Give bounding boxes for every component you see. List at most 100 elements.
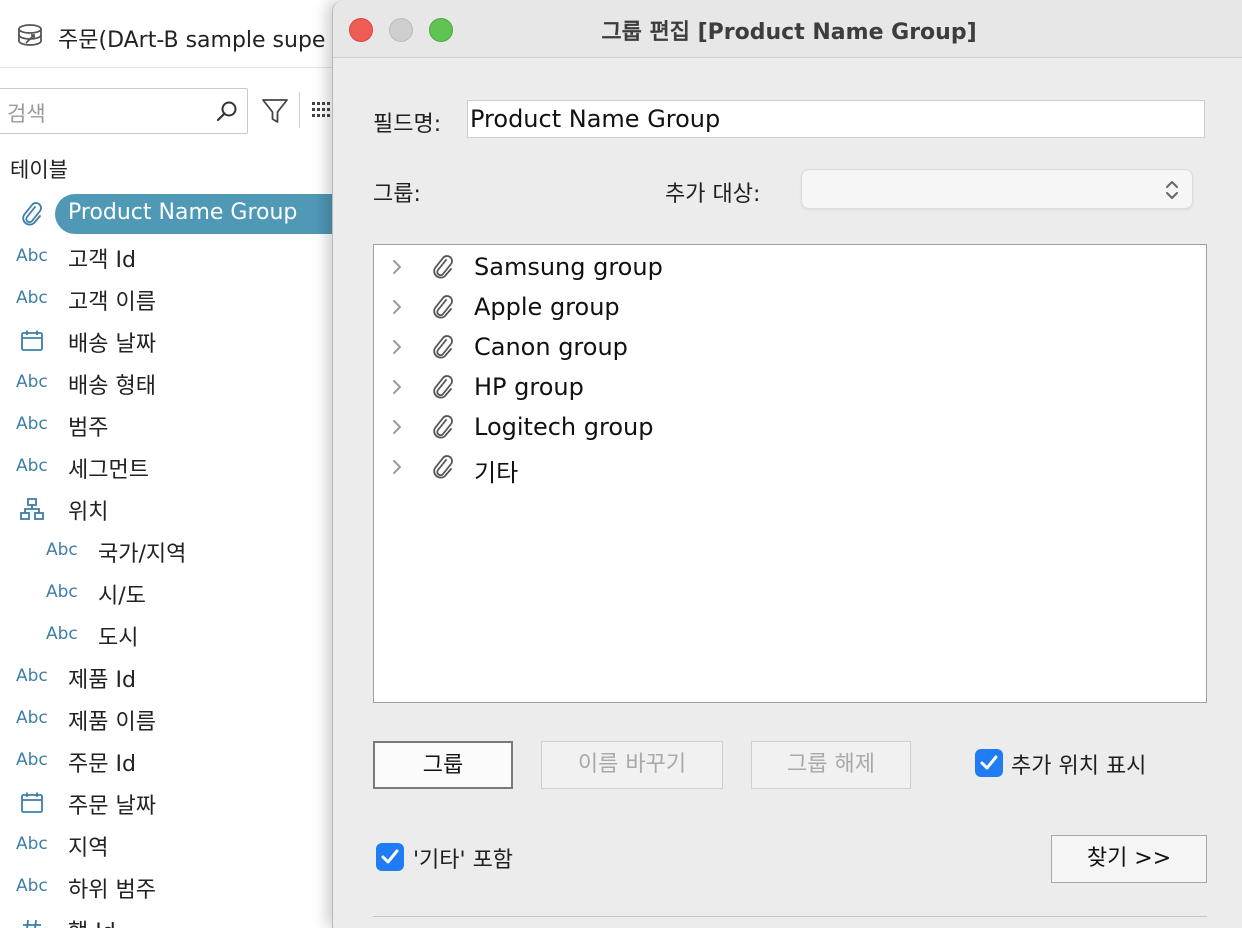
string-type-icon: Abc: [16, 666, 48, 686]
field-label: 위치: [68, 500, 109, 525]
field-item[interactable]: Abc 배송 형태: [0, 362, 340, 404]
field-item[interactable]: Abc 국가/지역: [0, 530, 340, 572]
group-label: 그룹:: [373, 182, 421, 207]
field-label: 도시: [98, 626, 139, 651]
number-type-icon: [19, 916, 45, 928]
string-type-icon: Abc: [16, 372, 48, 392]
field-label: 제품 이름: [68, 710, 156, 735]
string-type-icon: Abc: [46, 540, 78, 560]
find-button[interactable]: 찾기 >>: [1051, 835, 1207, 883]
paperclip-icon: [430, 455, 454, 481]
group-name: Samsung group: [474, 253, 663, 281]
field-item[interactable]: Abc 범주: [0, 404, 340, 446]
field-item[interactable]: Abc 제품 이름: [0, 698, 340, 740]
include-other-checkbox[interactable]: [376, 843, 404, 871]
field-label: 주문 Id: [68, 752, 136, 777]
field-label: 지역: [68, 836, 109, 861]
string-type-icon: Abc: [46, 624, 78, 644]
paperclip-icon: [430, 295, 454, 321]
calendar-icon: [19, 328, 45, 354]
search-icon[interactable]: [215, 99, 239, 123]
add-to-select[interactable]: [801, 169, 1193, 209]
string-type-icon: Abc: [16, 456, 48, 476]
datasource-row[interactable]: 주문(DArt-B sample supe: [0, 0, 340, 68]
field-name-label: 필드명:: [373, 112, 442, 137]
string-type-icon: Abc: [16, 708, 48, 728]
app-window: 주문(DArt-B sample supe 검색 테이블 Product Nam…: [0, 0, 1242, 928]
dialog-title: 그룹 편집 [Product Name Group]: [601, 20, 977, 45]
checkmark-icon: [980, 755, 998, 770]
field-item[interactable]: Abc 지역: [0, 824, 340, 866]
field-item[interactable]: Product Name Group: [0, 194, 355, 236]
field-item[interactable]: Abc 시/도: [0, 572, 340, 614]
group-tree-item[interactable]: Canon group: [374, 327, 1206, 367]
chevron-right-icon[interactable]: [390, 458, 404, 476]
chevron-right-icon[interactable]: [390, 418, 404, 436]
datasource-name: 주문(DArt-B sample supe: [58, 28, 326, 53]
field-label: 고객 이름: [68, 290, 156, 315]
chevron-right-icon[interactable]: [390, 338, 404, 356]
add-to-label: 추가 대상:: [665, 182, 761, 207]
search-placeholder: 검색: [7, 102, 46, 126]
string-type-icon: Abc: [16, 414, 48, 434]
group-clip-icon: [19, 202, 45, 228]
search-field[interactable]: 검색: [0, 88, 248, 134]
field-label: 배송 날짜: [68, 332, 156, 357]
field-item[interactable]: Abc 고객 Id: [0, 236, 340, 278]
checkmark-icon: [381, 849, 399, 864]
data-pane: 주문(DArt-B sample supe 검색 테이블 Product Nam…: [0, 0, 355, 928]
datasource-icon: [18, 24, 42, 46]
field-label: 배송 형태: [68, 374, 156, 399]
string-type-icon: Abc: [16, 876, 48, 896]
field-item[interactable]: 위치: [0, 488, 340, 530]
string-type-icon: Abc: [16, 246, 48, 266]
field-item[interactable]: Abc 도시: [0, 614, 340, 656]
hierarchy-icon: [19, 496, 45, 522]
rename-button[interactable]: 이름 바꾸기: [541, 741, 723, 789]
group-name: Logitech group: [474, 413, 654, 441]
group-name: 기타: [474, 459, 519, 487]
chevron-right-icon[interactable]: [390, 378, 404, 396]
edit-group-dialog: 그룹 편집 [Product Name Group] 필드명: Product …: [332, 0, 1242, 928]
show-added-checkbox[interactable]: [975, 749, 1003, 777]
field-label: 시/도: [98, 584, 146, 609]
field-label: 하위 범주: [68, 878, 156, 903]
string-type-icon: Abc: [16, 834, 48, 854]
show-added-label: 추가 위치 표시: [1011, 754, 1147, 779]
field-item[interactable]: Abc 하위 범주: [0, 866, 340, 908]
group-name: HP group: [474, 373, 584, 401]
field-label: 제품 Id: [68, 668, 136, 693]
group-tree[interactable]: Samsung group Apple group Canon group HP gr…: [373, 244, 1207, 703]
chevron-right-icon[interactable]: [390, 298, 404, 316]
field-name-input[interactable]: Product Name Group: [467, 100, 1205, 138]
group-button[interactable]: 그룹: [373, 741, 513, 789]
group-tree-item[interactable]: Samsung group: [374, 247, 1206, 287]
group-tree-item[interactable]: 기타: [374, 447, 1206, 487]
field-label: 국가/지역: [98, 542, 187, 567]
field-item[interactable]: Abc 고객 이름: [0, 278, 340, 320]
field-item[interactable]: 주문 날짜: [0, 782, 340, 824]
group-name: Apple group: [474, 293, 620, 321]
group-tree-item[interactable]: HP group: [374, 367, 1206, 407]
paperclip-icon: [430, 415, 454, 441]
field-item[interactable]: Abc 제품 Id: [0, 656, 340, 698]
paperclip-icon: [430, 375, 454, 401]
paperclip-icon: [430, 255, 454, 281]
field-item[interactable]: Abc 세그먼트: [0, 446, 340, 488]
string-type-icon: Abc: [16, 750, 48, 770]
chevron-right-icon[interactable]: [390, 258, 404, 276]
field-item[interactable]: Abc 주문 Id: [0, 740, 340, 782]
field-label: 행 Id: [68, 914, 116, 928]
string-type-icon: Abc: [16, 288, 48, 308]
group-tree-item[interactable]: Apple group: [374, 287, 1206, 327]
ungroup-button[interactable]: 그룹 해제: [751, 741, 911, 789]
field-item[interactable]: 배송 날짜: [0, 320, 340, 362]
field-label: Product Name Group: [68, 200, 298, 225]
group-tree-item[interactable]: Logitech group: [374, 407, 1206, 447]
field-label: 고객 Id: [68, 248, 136, 273]
calendar-icon: [19, 790, 45, 816]
dialog-titlebar[interactable]: 그룹 편집 [Product Name Group]: [333, 0, 1242, 58]
filter-icon[interactable]: [260, 96, 290, 126]
field-item[interactable]: 행 Id: [0, 908, 340, 928]
paperclip-icon: [430, 335, 454, 361]
